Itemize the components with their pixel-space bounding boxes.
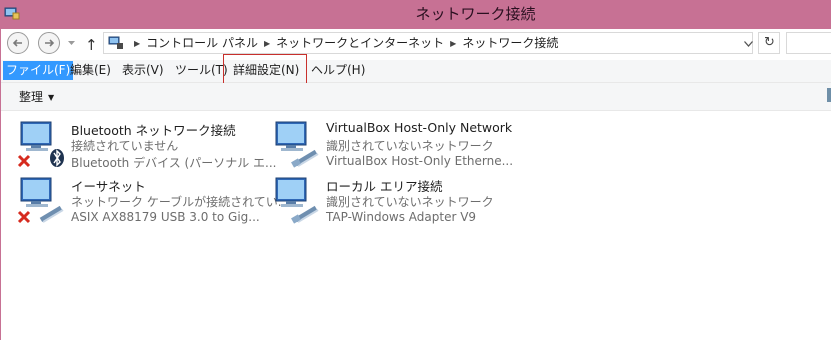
network-connections-icon xyxy=(108,36,123,49)
refresh-icon: ↻ xyxy=(764,35,775,50)
view-options-icon[interactable] xyxy=(827,88,831,102)
menu-tools[interactable]: ツール(T) xyxy=(172,61,231,80)
connection-device: Bluetooth デバイス (パーソナル エ... xyxy=(71,156,277,170)
breadcrumb-network-internet[interactable]: ネットワークとインターネット xyxy=(276,33,444,53)
chevron-down-icon: ▼ xyxy=(48,93,55,102)
organize-label: 整理 xyxy=(19,90,44,104)
ethernet-network-icon xyxy=(275,177,319,224)
ethernet-network-icon xyxy=(275,121,319,168)
connection-name: VirtualBox Host-Only Network xyxy=(326,120,513,135)
connection-item-bluetooth[interactable]: Bluetooth ネットワーク接続 接続されていません Bluetooth デ… xyxy=(17,120,276,170)
search-input[interactable] xyxy=(786,32,831,54)
connection-device: ASIX AX88179 USB 3.0 to Gig... xyxy=(71,210,260,224)
refresh-button[interactable]: ↻ xyxy=(758,32,780,54)
arrow-right-icon xyxy=(45,39,55,47)
title-bar: ネットワーク接続 xyxy=(0,0,831,29)
up-arrow-icon[interactable]: ↑ xyxy=(85,36,98,54)
back-button[interactable] xyxy=(7,32,29,54)
breadcrumb-separator-icon[interactable]: ▶ xyxy=(134,34,140,54)
connection-status: 識別されていないネットワーク xyxy=(326,139,494,153)
breadcrumb: ▶ コントロール パネル ▶ ネットワークとインターネット ▶ ネットワーク接続 xyxy=(128,33,558,53)
ethernet-network-icon xyxy=(17,177,64,224)
connection-item-local-area[interactable]: ローカル エリア接続 識別されていないネットワーク TAP-Windows Ad… xyxy=(272,176,522,226)
connection-item-ethernet[interactable]: イーサネット ネットワーク ケーブルが接続されてい... ASIX AX8817… xyxy=(17,176,289,226)
breadcrumb-network-connections[interactable]: ネットワーク接続 xyxy=(462,33,558,53)
menu-view[interactable]: 表示(V) xyxy=(119,61,167,80)
address-bar[interactable]: ▶ コントロール パネル ▶ ネットワークとインターネット ▶ ネットワーク接続 xyxy=(103,32,753,54)
navigation-bar: ↑ ▶ コントロール パネル ▶ ネットワークとインターネット ▶ ネットワーク接続 ↻ xyxy=(1,29,831,60)
connection-status: 接続されていません xyxy=(71,139,179,153)
address-history-chevron-down-icon[interactable] xyxy=(744,41,753,47)
arrow-left-icon xyxy=(12,39,22,47)
breadcrumb-control-panel[interactable]: コントロール パネル xyxy=(146,33,258,53)
organize-button[interactable]: 整理 ▼ xyxy=(19,88,54,105)
connection-device: TAP-Windows Adapter V9 xyxy=(326,210,477,224)
window-title: ネットワーク接続 xyxy=(415,5,536,23)
connection-status: 識別されていないネットワーク xyxy=(326,195,494,209)
connections-list: Bluetooth ネットワーク接続 接続されていません Bluetooth デ… xyxy=(1,111,831,340)
bluetooth-network-icon xyxy=(17,121,64,168)
menu-edit[interactable]: 編集(E) xyxy=(67,61,114,80)
connection-device: VirtualBox Host-Only Etherne... xyxy=(326,154,514,168)
recent-locations-chevron-down-icon[interactable] xyxy=(68,41,75,46)
forward-button[interactable] xyxy=(38,32,60,54)
menu-file[interactable]: ファイル(F) xyxy=(3,61,74,80)
breadcrumb-separator-icon[interactable]: ▶ xyxy=(264,34,270,54)
connection-item-virtualbox[interactable]: VirtualBox Host-Only Network 識別されていないネット… xyxy=(272,120,522,170)
menu-bar: ファイル(F) 編集(E) 表示(V) ツール(T) 詳細設定(N) ヘルプ(H… xyxy=(1,60,831,83)
menu-help[interactable]: ヘルプ(H) xyxy=(308,61,368,80)
connection-status: ネットワーク ケーブルが接続されてい... xyxy=(71,195,290,209)
breadcrumb-separator-icon[interactable]: ▶ xyxy=(450,34,456,54)
command-bar: 整理 ▼ xyxy=(1,83,831,111)
